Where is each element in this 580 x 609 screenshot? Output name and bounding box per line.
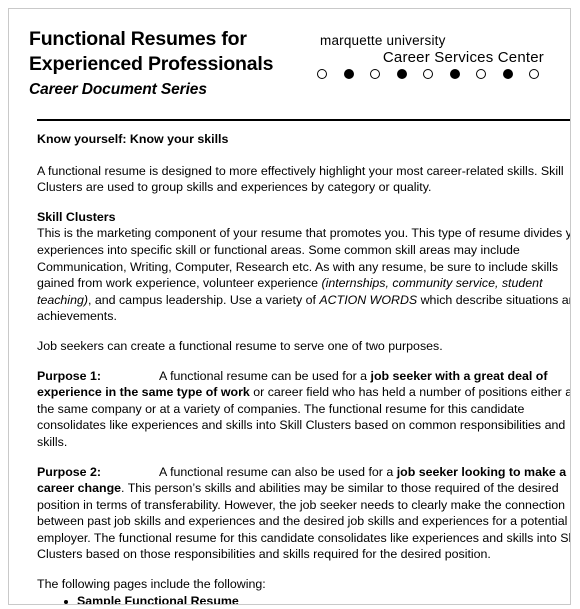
marquette-logo: marquette university Career Services Cen… <box>316 33 546 79</box>
page-title-line-2: Experienced Professionals <box>29 53 274 75</box>
paragraph-skill-clusters: This is the marketing component of your … <box>37 225 570 325</box>
purpose-1-text-a: A functional resume can be used for a <box>159 368 371 383</box>
document-page: Functional Resumes for Experienced Profe… <box>8 8 571 605</box>
paragraph-following-pages: The following pages include the followin… <box>37 577 266 592</box>
purpose-2-label: Purpose 2: <box>37 464 102 479</box>
purpose-1-text-c: consolidates like experiences and skills… <box>37 418 566 449</box>
skill-clusters-text-part-2: , and campus leadership. Use a variety o… <box>87 292 320 307</box>
document-header: Functional Resumes for Experienced Profe… <box>29 27 570 115</box>
heading-skill-clusters: Skill Clusters <box>37 209 116 224</box>
logo-dot-open-icon <box>370 69 380 79</box>
document-body: Functional Resumes for Experienced Profe… <box>9 9 570 604</box>
logo-dot-open-icon <box>423 69 433 79</box>
logo-dot-open-icon <box>476 69 486 79</box>
page-subtitle: Career Document Series <box>29 81 207 98</box>
paragraph-purpose-1: Purpose 1: A functional resume can be use… <box>37 368 570 451</box>
paragraph-purpose-2: Purpose 2: A functional resume can also b… <box>37 464 570 564</box>
heading-know-yourself: Know yourself: Know your skills <box>37 132 229 146</box>
logo-dot-filled-icon <box>449 69 460 79</box>
paragraph-two-purposes: Job seekers can create a functional resu… <box>37 338 443 353</box>
purpose-2-text-a: A functional resume can also be used for… <box>159 464 397 479</box>
logo-university-name: marquette university <box>320 33 446 48</box>
logo-dot-filled-icon <box>502 69 513 79</box>
logo-dot-open-icon <box>317 69 327 79</box>
following-pages-list: Sample Functional Resume Sample Chronolo… <box>37 593 570 604</box>
purpose-1-label: Purpose 1: <box>37 368 102 383</box>
title-group: Functional Resumes for Experienced Profe… <box>29 27 329 101</box>
logo-dot-filled-icon <box>396 69 407 79</box>
logo-dots-row <box>316 69 540 79</box>
skill-clusters-italic-action-words: ACTION WORDS <box>319 292 418 307</box>
document-content: Know yourself: Know your skills A functi… <box>29 121 570 604</box>
logo-dot-filled-icon <box>343 69 354 79</box>
page-title-line-1: Functional Resumes for <box>29 28 247 50</box>
logo-dot-open-icon <box>529 69 539 79</box>
list-item: Sample Functional Resume <box>37 593 570 604</box>
logo-department-name: Career Services Center <box>382 49 544 66</box>
paragraph-intro: A functional resume is designed to more … <box>37 163 564 195</box>
